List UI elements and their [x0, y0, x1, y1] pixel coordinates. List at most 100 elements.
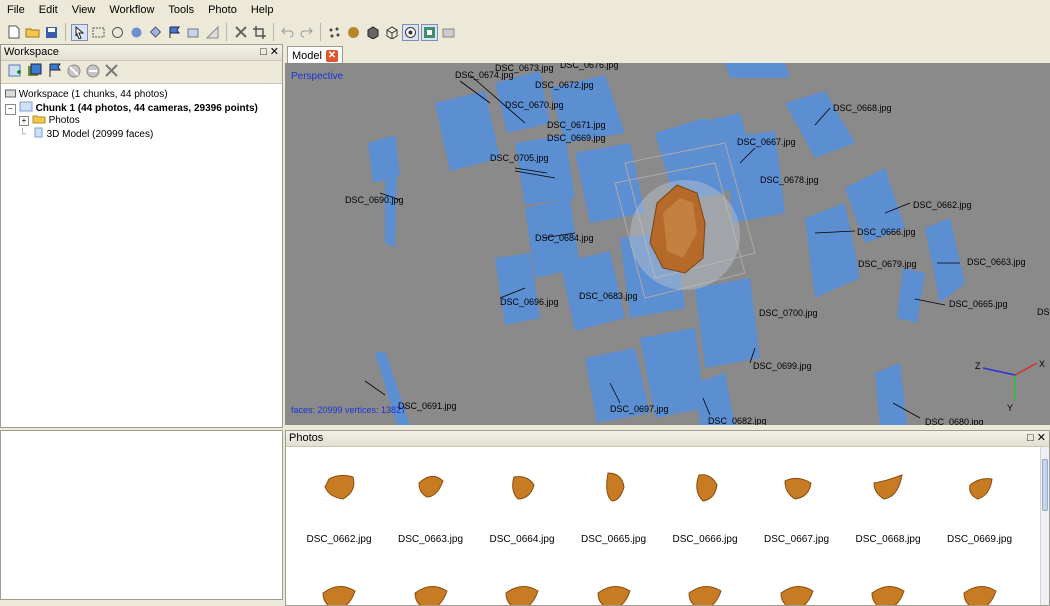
camera-label: DSC_0699.jpg	[753, 361, 812, 371]
mesh-stats: faces: 20999 vertices: 13827	[291, 405, 406, 415]
workspace-toolbar	[1, 61, 282, 84]
photos-scroll-thumb[interactable]	[1042, 459, 1048, 511]
photo-thumbnail[interactable]	[660, 579, 750, 605]
add-marker-icon[interactable]	[47, 63, 62, 81]
add-chunk-icon[interactable]	[7, 63, 22, 81]
photo-thumbnail[interactable]	[294, 579, 384, 605]
tree-model-label: 3D Model (20999 faces)	[46, 129, 154, 140]
main-toolbar	[0, 20, 1050, 44]
redo-icon[interactable]	[298, 24, 315, 41]
photo-thumbnail[interactable]: DSC_0668.jpg	[843, 471, 933, 545]
close-tab-icon[interactable]: ✕	[325, 49, 338, 62]
wireframe-model-icon[interactable]	[383, 24, 400, 41]
show-cameras-icon[interactable]	[402, 23, 419, 41]
workspace-panel-title: Workspace □ ✕	[1, 45, 282, 61]
rotate-object-icon[interactable]	[128, 24, 145, 41]
save-icon[interactable]	[43, 24, 60, 41]
camera-label: DSC_0705.jpg	[490, 153, 549, 163]
flag-marker-icon[interactable]	[166, 24, 183, 41]
ruler-icon[interactable]	[204, 24, 221, 41]
axis-x-label: X	[1039, 359, 1045, 369]
camera-label: DSC_0674.jpg	[455, 70, 514, 80]
camera-plane	[805, 203, 860, 298]
navigation-cursor-icon[interactable]	[71, 23, 88, 41]
photo-filename: DSC_0667.jpg	[763, 534, 830, 545]
camera-label: DSC_0679.jpg	[858, 259, 917, 269]
rectangle-selection-icon[interactable]	[90, 24, 107, 41]
show-region-icon[interactable]	[421, 23, 438, 41]
tab-model-label: Model	[292, 49, 322, 62]
scene-canvas: Perspective faces: 20999 vertices: 13827…	[291, 63, 1050, 425]
resize-region-icon[interactable]	[185, 24, 202, 41]
camera-plane	[725, 63, 790, 78]
solid-model-icon[interactable]	[364, 24, 381, 41]
photo-image	[871, 586, 905, 605]
menu-workflow[interactable]: Workflow	[102, 0, 161, 20]
undo-icon[interactable]	[279, 24, 296, 41]
expand-photos-toggle[interactable]: +	[19, 116, 29, 126]
photo-filename: DSC_0662.jpg	[306, 534, 372, 545]
tree-chunk-label: Chunk 1 (44 photos, 44 cameras, 29396 po…	[35, 103, 258, 114]
move-region-icon[interactable]	[147, 24, 164, 41]
camera-plane	[515, 135, 575, 205]
camera-label: DSC_0697.jpg	[610, 404, 669, 414]
tree-workspace-root[interactable]: Workspace (1 chunks, 44 photos)	[1, 88, 282, 101]
texture-icon[interactable]	[440, 24, 457, 41]
photo-thumbnail[interactable]	[569, 579, 659, 605]
photo-image	[596, 586, 631, 605]
photo-thumbnail[interactable]	[752, 579, 842, 605]
photo-image	[779, 586, 814, 605]
tab-model[interactable]: Model ✕	[287, 46, 343, 64]
menu-help[interactable]: Help	[244, 0, 281, 20]
model-viewport[interactable]: Perspective faces: 20999 vertices: 13827…	[285, 63, 1050, 425]
circle-selection-icon[interactable]	[109, 24, 126, 41]
shaded-model-icon[interactable]	[345, 24, 362, 41]
menu-tools[interactable]: Tools	[161, 0, 201, 20]
model-tab-bar: Model ✕	[285, 44, 1050, 64]
workspace-title: Workspace	[4, 46, 59, 58]
photo-image	[873, 474, 903, 500]
disable-cameras-icon[interactable]	[86, 64, 100, 81]
add-photos-icon[interactable]	[27, 63, 42, 81]
camera-plane	[785, 91, 855, 158]
photos-panel-title: Photos □ ✕	[286, 431, 1049, 447]
photo-thumbnail[interactable]	[843, 579, 933, 605]
photo-thumbnail[interactable]	[477, 579, 567, 605]
photo-thumbnail[interactable]: DSC_0665.jpg	[569, 471, 659, 545]
photo-thumbnail[interactable]: DSC_0669.jpg	[935, 471, 1025, 545]
photo-thumbnail[interactable]: DSC_0666.jpg	[660, 471, 750, 545]
camera-label: DSC_0672.jpg	[535, 80, 594, 90]
camera-label: DSC_0684.jpg	[535, 233, 594, 243]
enable-cameras-icon[interactable]	[67, 64, 81, 81]
tree-photos-folder[interactable]: + Photos	[1, 114, 282, 127]
menu-photo[interactable]: Photo	[201, 0, 244, 20]
menu-view[interactable]: View	[65, 0, 103, 20]
photos-panel-controls[interactable]: □ ✕	[1027, 431, 1046, 446]
camera-plane	[385, 171, 397, 248]
photo-thumbnail[interactable]	[386, 579, 476, 605]
crop-selection-icon[interactable]	[251, 24, 268, 41]
toolbar-separator	[320, 23, 321, 41]
photo-image	[512, 476, 535, 500]
tree-chunk-1[interactable]: − Chunk 1 (44 photos, 44 cameras, 29396 …	[1, 101, 282, 115]
photo-thumbnail[interactable]: DSC_0664.jpg	[477, 471, 567, 545]
photo-thumbnail[interactable]: DSC_0663.jpg	[386, 471, 476, 545]
tree-3d-model[interactable]: └ 3D Model (20999 faces)	[1, 127, 282, 140]
menu-file[interactable]: File	[0, 0, 32, 20]
open-folder-icon[interactable]	[24, 24, 41, 41]
photo-thumbnail[interactable]: DSC_0662.jpg	[294, 471, 384, 545]
workspace-panel-controls[interactable]: □ ✕	[260, 45, 279, 60]
camera-label: DSC_0667.jpg	[737, 137, 796, 147]
photos-scrollbar[interactable]	[1040, 447, 1049, 605]
point-cloud-icon[interactable]	[326, 24, 343, 41]
new-document-icon[interactable]	[5, 24, 22, 41]
photo-thumbnail[interactable]	[935, 579, 1025, 605]
delete-selection-icon[interactable]	[232, 24, 249, 41]
menu-edit[interactable]: Edit	[32, 0, 65, 20]
photo-image	[605, 472, 625, 502]
remove-item-icon[interactable]	[105, 64, 118, 80]
empty-property-panel	[0, 430, 283, 600]
camera-plane	[575, 143, 645, 223]
photo-thumbnail[interactable]: DSC_0667.jpg	[752, 471, 842, 545]
menu-bar: File Edit View Workflow Tools Photo Help	[0, 0, 1050, 20]
